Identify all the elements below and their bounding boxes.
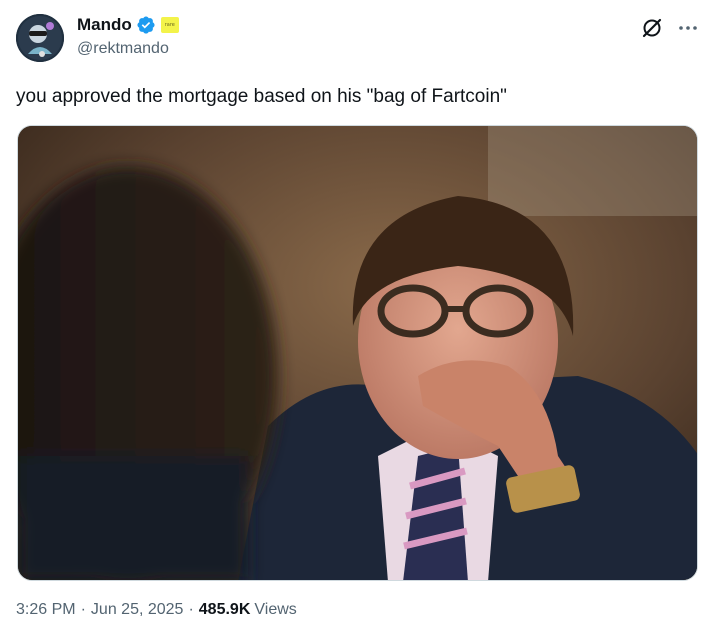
avatar-image [16,14,64,62]
photo-illustration [18,126,697,580]
meta-separator: · [80,601,86,618]
views-label: Views [254,601,297,618]
views-count[interactable]: 485.9K [199,601,251,619]
tweet-date[interactable]: Jun 25, 2025 [91,601,184,619]
meta-separator: · [188,601,194,618]
tweet-text: you approved the mortgage based on his "… [16,86,507,107]
verified-badge-icon [137,16,155,34]
grok-icon[interactable] [640,16,664,40]
display-name[interactable]: Mando [77,15,132,35]
affiliate-badge-icon[interactable]: rare [160,17,179,33]
avatar[interactable] [16,14,64,62]
author-handle[interactable]: @rektmando [77,40,169,58]
tweet-time[interactable]: 3:26 PM [16,601,76,619]
more-icon[interactable] [677,20,699,36]
author-name-row: Mando rare [77,14,179,36]
tweet-meta: 3:26 PM · Jun 25, 2025 · 485.9K Views [16,601,297,619]
tweet-media-photo[interactable] [17,125,698,581]
